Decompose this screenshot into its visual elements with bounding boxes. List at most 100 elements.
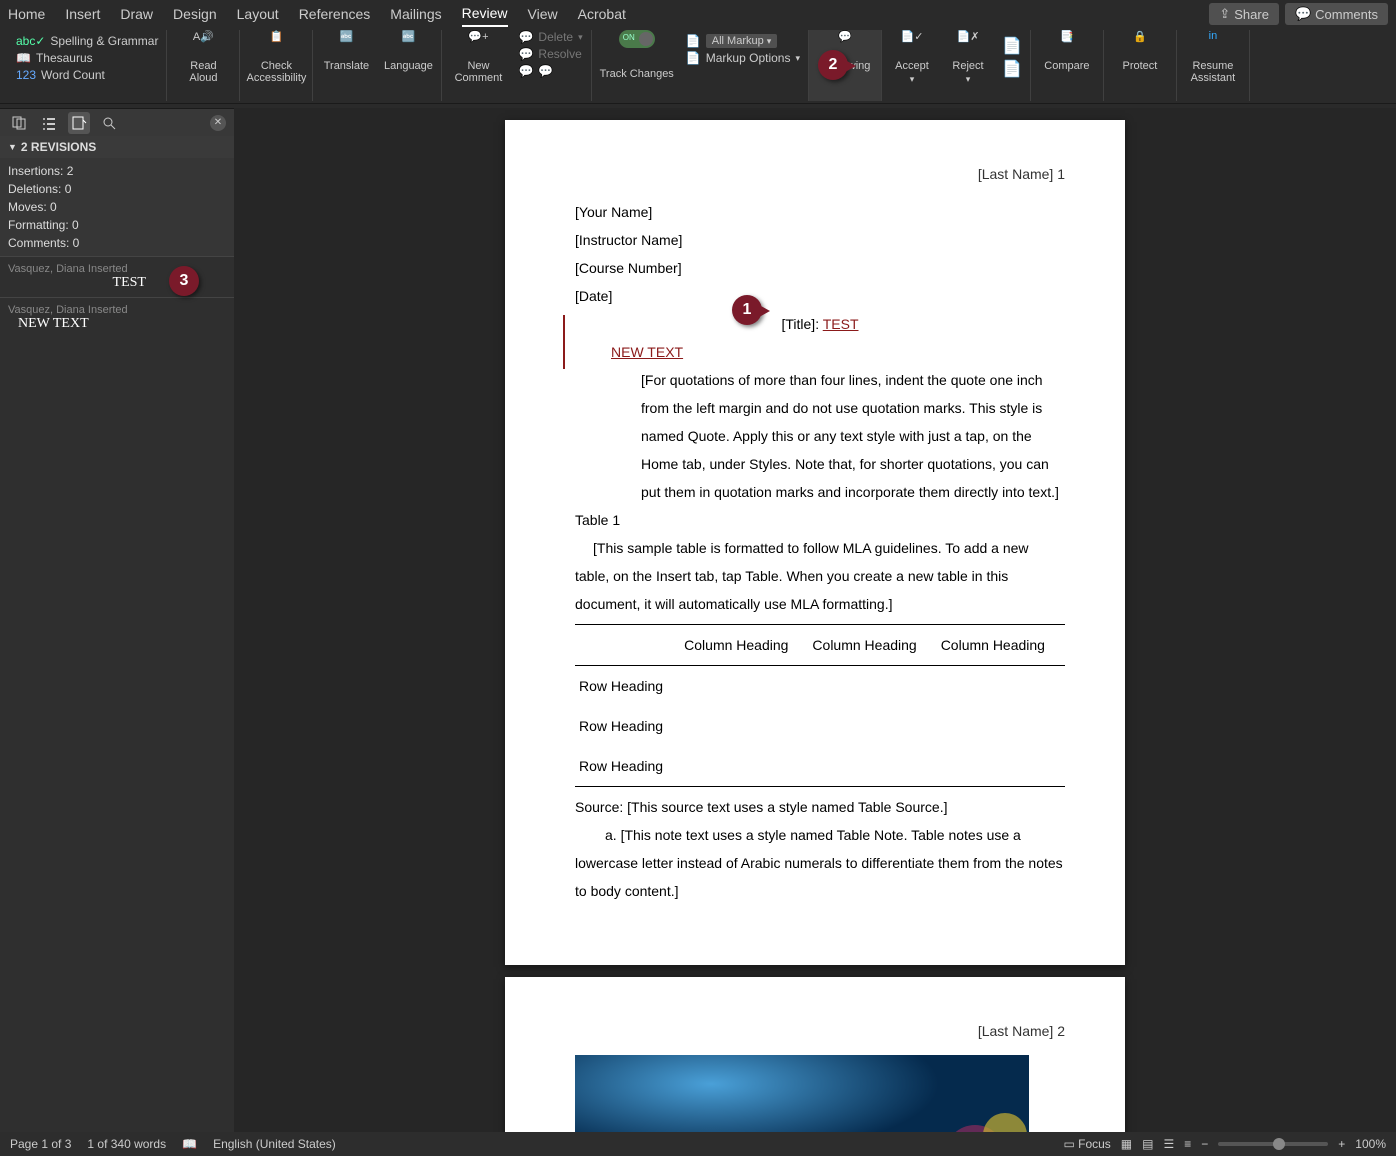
- tab-view[interactable]: View: [528, 2, 558, 26]
- translate-button[interactable]: 🔤Translate: [321, 30, 371, 72]
- callout-2: 2: [818, 50, 848, 80]
- tab-review[interactable]: Review: [462, 1, 508, 27]
- language-button[interactable]: 🔤Language: [383, 30, 433, 72]
- compare-button[interactable]: 📑Compare: [1039, 30, 1095, 72]
- page-icon: 📄: [686, 51, 701, 65]
- callout-3: 3: [169, 266, 199, 296]
- read-aloud-button[interactable]: A🔊Read Aloud: [175, 30, 231, 84]
- pane-tab-search-icon[interactable]: [98, 112, 120, 134]
- thesaurus-icon: 📖: [16, 51, 31, 65]
- view-print-icon[interactable]: ▦: [1121, 1137, 1132, 1151]
- accept-icon: 📄✓: [898, 30, 926, 58]
- tab-layout[interactable]: Layout: [237, 2, 279, 26]
- zoom-level[interactable]: 100%: [1355, 1137, 1386, 1151]
- callout-1: 1: [732, 295, 762, 325]
- body-text: [Date]: [575, 282, 1065, 310]
- prev-icon: 💬: [518, 64, 533, 78]
- tab-design[interactable]: Design: [173, 2, 217, 26]
- resume-assistant-button[interactable]: inResume Assistant: [1185, 30, 1241, 84]
- word-count-button[interactable]: 123Word Count: [16, 68, 158, 82]
- close-icon: ✕: [214, 117, 222, 128]
- revision-stats: Insertions: 2 Deletions: 0 Moves: 0 Form…: [0, 158, 234, 256]
- tab-acrobat[interactable]: Acrobat: [578, 2, 626, 26]
- delete-comment-button[interactable]: 💬Delete▾: [518, 30, 582, 44]
- resolve-button[interactable]: 💬Resolve: [518, 47, 582, 61]
- spelling-grammar-button[interactable]: abc✓Spelling & Grammar: [16, 34, 158, 48]
- tab-draw[interactable]: Draw: [120, 2, 153, 26]
- focus-mode-button[interactable]: ▭ Focus: [1063, 1137, 1110, 1151]
- view-outline-icon[interactable]: ☰: [1163, 1137, 1174, 1151]
- table-source: Source: [This source text uses a style n…: [575, 793, 1065, 821]
- zoom-in-button[interactable]: +: [1338, 1137, 1345, 1151]
- resolve-icon: 💬: [518, 47, 533, 61]
- page-indicator[interactable]: Page 1 of 3: [10, 1137, 71, 1151]
- view-draft-icon[interactable]: ≡: [1184, 1137, 1191, 1151]
- thesaurus-button[interactable]: 📖Thesaurus: [16, 51, 158, 65]
- spellcheck-icon[interactable]: 📖: [182, 1137, 197, 1151]
- document-page[interactable]: [Last Name] 1 [Your Name] [Instructor Na…: [505, 120, 1125, 965]
- comment-icon: 💬: [1295, 6, 1311, 22]
- comments-button[interactable]: 💬Comments: [1285, 3, 1388, 25]
- reject-icon: 📄✗: [954, 30, 982, 58]
- accessibility-icon: 📋: [262, 30, 290, 58]
- new-comment-icon: 💬+: [464, 30, 492, 58]
- markup-options-dropdown[interactable]: 📄Markup Options ▾: [686, 51, 800, 65]
- translate-icon: 🔤: [332, 30, 360, 58]
- markup-display-dropdown[interactable]: 📄All Markup▾: [686, 34, 800, 48]
- protect-button[interactable]: 🔒Protect: [1112, 30, 1168, 72]
- reviewing-pane-title[interactable]: ▼2 REVISIONS: [0, 136, 234, 158]
- document-page[interactable]: [Last Name] 2: [505, 977, 1125, 1132]
- ribbon: abc✓Spelling & Grammar 📖Thesaurus 123Wor…: [0, 28, 1396, 104]
- inserted-text: NEW TEXT: [611, 344, 683, 360]
- tab-insert[interactable]: Insert: [65, 2, 100, 26]
- pane-tab-list-icon[interactable]: [38, 112, 60, 134]
- tab-mailings[interactable]: Mailings: [390, 2, 441, 26]
- compare-icon: 📑: [1053, 30, 1081, 58]
- read-aloud-icon: A🔊: [189, 30, 217, 58]
- reject-button[interactable]: 📄✗Reject▾: [946, 30, 990, 85]
- sample-table: Column HeadingColumn HeadingColumn Headi…: [575, 624, 1065, 787]
- track-changes-toggle[interactable]: ON Track Changes: [600, 30, 674, 80]
- inserted-text: TEST: [823, 316, 859, 332]
- table-description: [This sample table is formatted to follo…: [575, 534, 1065, 618]
- document-image[interactable]: [575, 1055, 1029, 1132]
- language-indicator[interactable]: English (United States): [213, 1137, 336, 1151]
- body-text: [Instructor Name]: [575, 226, 1065, 254]
- revision-item[interactable]: Vasquez, Diana Inserted NEW TEXT: [0, 297, 234, 338]
- view-web-icon[interactable]: ▤: [1142, 1137, 1153, 1151]
- reviewing-pane: ▼2 REVISIONS Insertions: 2 Deletions: 0 …: [0, 136, 234, 1132]
- document-area[interactable]: [Last Name] 1 [Your Name] [Instructor Na…: [234, 108, 1396, 1132]
- prev-change-button[interactable]: 📄: [1002, 36, 1022, 56]
- spelling-icon: abc✓: [16, 34, 45, 48]
- protect-icon: 🔒: [1126, 30, 1154, 58]
- ribbon-tabs: Home Insert Draw Design Layout Reference…: [0, 0, 1396, 28]
- next-change-button[interactable]: 📄: [1002, 59, 1022, 79]
- tab-home[interactable]: Home: [8, 2, 45, 26]
- check-accessibility-button[interactable]: 📋Check Accessibility: [248, 30, 304, 84]
- table-caption: Table 1: [575, 506, 1065, 534]
- underwater-image: [575, 1055, 1029, 1132]
- accept-button[interactable]: 📄✓Accept▾: [890, 30, 934, 85]
- word-count-indicator[interactable]: 1 of 340 words: [87, 1137, 166, 1151]
- revision-item[interactable]: Vasquez, Diana Inserted TEST: [0, 256, 234, 297]
- zoom-slider[interactable]: [1218, 1142, 1328, 1146]
- pane-tab-revisions-icon[interactable]: [68, 112, 90, 134]
- prev-next-comment[interactable]: 💬💬: [518, 64, 582, 78]
- body-text: [Your Name]: [575, 198, 1065, 226]
- share-button[interactable]: ⇪Share: [1209, 3, 1279, 25]
- next-icon: 💬: [538, 64, 553, 78]
- table-note: a. [This note text uses a style named Ta…: [575, 821, 1065, 905]
- pane-tab-pages-icon[interactable]: [8, 112, 30, 134]
- pane-close-button[interactable]: ✕: [210, 115, 226, 131]
- language-icon: 🔤: [394, 30, 422, 58]
- block-quote: [For quotations of more than four lines,…: [641, 366, 1065, 506]
- tab-references[interactable]: References: [299, 2, 371, 26]
- delete-icon: 💬: [518, 30, 533, 44]
- zoom-out-button[interactable]: −: [1201, 1137, 1208, 1151]
- linkedin-icon: in: [1199, 30, 1227, 58]
- body-text: [Course Number]: [575, 254, 1065, 282]
- reviewing-pane-tabs: ✕: [0, 108, 234, 136]
- page-header: [Last Name] 1: [575, 160, 1065, 188]
- share-icon: ⇪: [1219, 6, 1230, 22]
- new-comment-button[interactable]: 💬+New Comment: [450, 30, 506, 84]
